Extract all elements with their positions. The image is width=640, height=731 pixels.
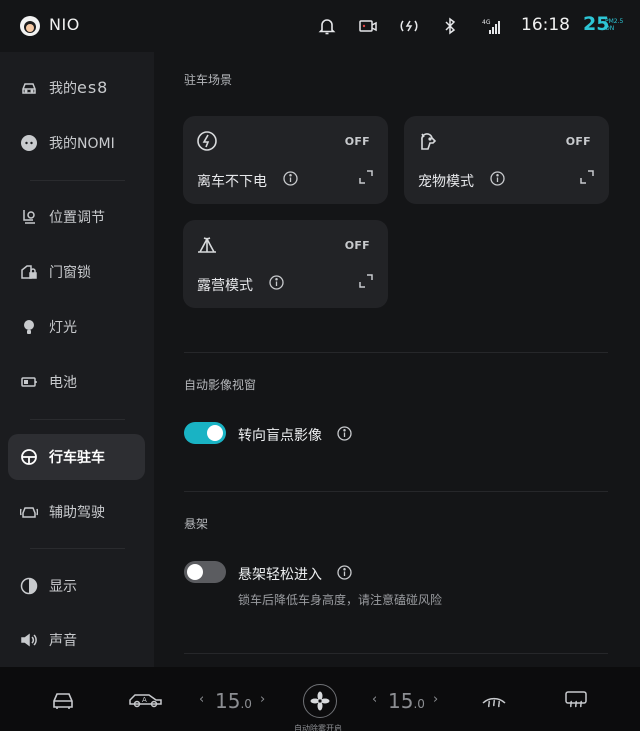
sound-icon bbox=[20, 631, 38, 649]
temp-left-increase[interactable]: › bbox=[260, 692, 265, 707]
sidebar-divider bbox=[30, 548, 125, 549]
signal-icon: 4G bbox=[479, 14, 503, 38]
card-camping-mode[interactable]: OFF 露营模式 bbox=[183, 220, 388, 308]
blind-spot-camera-toggle[interactable] bbox=[184, 422, 226, 444]
sidebar-item-label: 我的es8 bbox=[49, 78, 109, 97]
temp-left: 15.0 bbox=[215, 689, 252, 713]
sidebar-item-nomi[interactable]: 我的NOMI bbox=[8, 120, 145, 166]
sidebar: 我的es8 我的NOMI 位置调节 门窗锁 灯光 电池 行车驻车 辅助驾驶 显示… bbox=[0, 52, 154, 667]
light-icon bbox=[20, 318, 38, 336]
sidebar-item-label: 我的NOMI bbox=[49, 136, 115, 152]
door-lock-icon bbox=[20, 263, 38, 281]
sidebar-item-label: 声音 bbox=[49, 633, 77, 649]
status-bar: NIO 4G 16:18 25 PM2.5 ON bbox=[0, 0, 640, 52]
info-icon[interactable] bbox=[283, 171, 298, 186]
fan-icon bbox=[310, 691, 330, 711]
card-stay-powered[interactable]: OFF 离车不下电 bbox=[183, 116, 388, 204]
blind-spot-camera-label: 转向盲点影像 bbox=[238, 428, 322, 444]
info-icon[interactable] bbox=[337, 565, 352, 580]
card-pet-mode[interactable]: OFF 宠物模式 bbox=[404, 116, 609, 204]
temp-left-decrease[interactable]: ‹ bbox=[199, 692, 204, 707]
easy-entry-toggle[interactable] bbox=[184, 561, 226, 583]
svg-text:4G: 4G bbox=[482, 19, 491, 26]
state-label: OFF bbox=[565, 135, 591, 148]
temp-right: 15.0 bbox=[388, 689, 425, 713]
section-divider bbox=[184, 352, 608, 353]
sidebar-item-battery[interactable]: 电池 bbox=[8, 359, 145, 405]
temp-right-decrease[interactable]: ‹ bbox=[372, 692, 377, 707]
sidebar-item-sound[interactable]: 声音 bbox=[8, 617, 145, 663]
bottom-dock: A ‹ 15.0 › 自动除雾开启 ‹ 15.0 › bbox=[0, 667, 640, 731]
state-label: OFF bbox=[344, 135, 370, 148]
section-divider bbox=[184, 491, 608, 492]
state-label: OFF bbox=[344, 239, 370, 252]
expand-icon[interactable] bbox=[579, 169, 595, 185]
sidebar-item-my-car[interactable]: 我的es8 bbox=[8, 65, 145, 111]
sidebar-item-driving-parking[interactable]: 行车驻车 bbox=[8, 434, 145, 480]
fan-button[interactable] bbox=[303, 684, 337, 718]
easy-entry-description: 锁车后降低车身高度，请注意磕碰风险 bbox=[238, 593, 443, 607]
bluetooth-icon[interactable] bbox=[438, 14, 462, 38]
sidebar-item-lights[interactable]: 灯光 bbox=[8, 304, 145, 350]
rear-defrost-icon[interactable] bbox=[562, 689, 590, 711]
avatar[interactable] bbox=[20, 16, 40, 36]
sidebar-item-display[interactable]: 显示 bbox=[8, 563, 145, 609]
front-defrost-icon[interactable] bbox=[480, 689, 508, 711]
section-title-parking: 驻车场景 bbox=[184, 73, 233, 87]
display-icon bbox=[20, 577, 38, 595]
sidebar-divider bbox=[30, 180, 125, 181]
pet-icon bbox=[417, 130, 439, 152]
section-title-suspension: 悬架 bbox=[184, 517, 209, 531]
section-divider bbox=[184, 653, 608, 654]
car-front-icon[interactable] bbox=[49, 689, 77, 711]
sidebar-item-door-lock[interactable]: 门窗锁 bbox=[8, 249, 145, 295]
clock: 16:18 bbox=[521, 15, 570, 35]
sidebar-item-label: 门窗锁 bbox=[49, 265, 91, 281]
sidebar-item-label: 行车驻车 bbox=[49, 450, 105, 466]
sidebar-item-label: 灯光 bbox=[49, 320, 77, 336]
seat-icon bbox=[20, 208, 38, 226]
expand-icon[interactable] bbox=[358, 273, 374, 289]
aqi-label: PM2.5 ON bbox=[605, 18, 624, 32]
card-title: 露营模式 bbox=[197, 278, 253, 294]
nomi-icon bbox=[20, 134, 38, 152]
assist-drive-icon bbox=[20, 503, 38, 521]
auto-hold-icon[interactable]: A bbox=[128, 689, 164, 711]
svg-text:A: A bbox=[142, 696, 147, 704]
temp-right-increase[interactable]: › bbox=[433, 692, 438, 707]
bell-icon[interactable] bbox=[315, 14, 339, 38]
brand-name: NIO bbox=[49, 15, 80, 34]
sidebar-item-label: 位置调节 bbox=[49, 210, 105, 226]
card-title: 宠物模式 bbox=[418, 174, 474, 190]
sidebar-item-label: 电池 bbox=[49, 375, 77, 391]
dashcam-icon[interactable] bbox=[356, 14, 380, 38]
info-icon[interactable] bbox=[490, 171, 505, 186]
sidebar-item-assist-driving[interactable]: 辅助驾驶 bbox=[8, 489, 145, 535]
battery-icon bbox=[20, 373, 38, 391]
section-title-camera: 自动影像视窗 bbox=[184, 378, 257, 392]
settings-content: 驻车场景 OFF 离车不下电 OFF 宠物模式 OFF 露营模式 自动影像视窗 … bbox=[154, 52, 640, 667]
sidebar-item-position[interactable]: 位置调节 bbox=[8, 194, 145, 240]
wireless-charging-icon[interactable] bbox=[397, 14, 421, 38]
info-icon[interactable] bbox=[269, 275, 284, 290]
sidebar-divider bbox=[30, 419, 125, 420]
steering-wheel-icon bbox=[20, 448, 38, 466]
info-icon[interactable] bbox=[337, 426, 352, 441]
sidebar-item-label: 显示 bbox=[49, 579, 77, 595]
car-icon bbox=[20, 79, 38, 97]
sidebar-item-label: 辅助驾驶 bbox=[49, 505, 105, 521]
easy-entry-label: 悬架轻松进入 bbox=[238, 567, 322, 583]
lightning-icon bbox=[196, 130, 218, 152]
tent-icon bbox=[196, 234, 218, 256]
fan-status-label: 自动除雾开启 bbox=[294, 724, 342, 731]
expand-icon[interactable] bbox=[358, 169, 374, 185]
card-title: 离车不下电 bbox=[197, 174, 267, 190]
